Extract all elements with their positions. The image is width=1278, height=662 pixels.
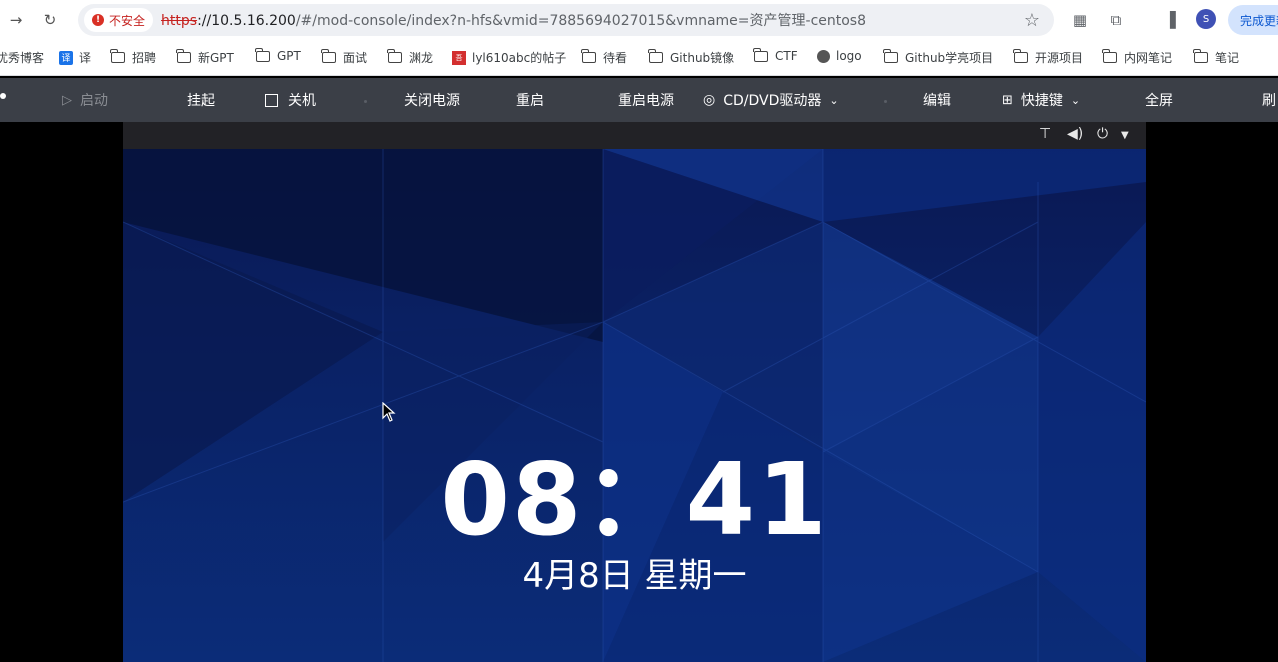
shortcut-label: 快捷键 bbox=[1020, 93, 1063, 109]
folder-icon bbox=[581, 49, 596, 63]
folder-icon bbox=[176, 49, 191, 63]
bookmark-item[interactable]: 开源项目 bbox=[1013, 49, 1084, 66]
url-path: /#/mod-console/index?n-hfs&vmid=78856940… bbox=[295, 13, 867, 29]
restart-button[interactable]: 重启 bbox=[516, 78, 544, 122]
shortcut-dropdown[interactable]: ⊞ 快捷键 ⌄ bbox=[1002, 78, 1080, 122]
power-icon[interactable]: ⏻ bbox=[1097, 126, 1108, 142]
folder-icon bbox=[1013, 49, 1028, 63]
browser-toolbar: → ↻ ! 不安全 https://10.5.16.200/#/mod-cons… bbox=[0, 0, 1278, 40]
power-restart-button[interactable]: 重启电源 bbox=[618, 78, 674, 122]
folder-icon bbox=[753, 47, 768, 62]
console-menu-bar: ▷ 启动 挂起 关机 关闭电源 重启 重启电源 ◎ CD/DVD驱动器 ⌄ 编辑 ⊞ 快… bbox=[0, 78, 1278, 122]
power-off-button[interactable]: 关闭电源 bbox=[404, 78, 460, 122]
url-scheme: https bbox=[161, 13, 198, 29]
bookmark-item[interactable]: CTF bbox=[753, 47, 798, 63]
bookmark-item[interactable]: GPT bbox=[255, 47, 301, 63]
bookmark-label: Github镜像 bbox=[670, 51, 735, 65]
refresh-button[interactable]: 刷 bbox=[1262, 78, 1276, 122]
square-icon bbox=[265, 93, 278, 107]
folder-icon bbox=[387, 49, 402, 63]
mouse-cursor-icon bbox=[382, 402, 396, 422]
bookmark-star-icon[interactable]: ☆ bbox=[1024, 10, 1040, 31]
cd-dvd-label: CD/DVD驱动器 bbox=[723, 93, 822, 109]
bookmark-label: lyl610abc的帖子 bbox=[472, 51, 567, 65]
bookmark-item[interactable]: 待看 bbox=[581, 49, 628, 66]
bookmark-label: 开源项目 bbox=[1035, 51, 1084, 65]
url-host: ://10.5.16.200 bbox=[197, 13, 296, 29]
bookmark-label: 招聘 bbox=[132, 51, 157, 65]
bookmark-label: 笔记 bbox=[1215, 51, 1240, 65]
lock-screen-time: 08：41 bbox=[440, 441, 829, 558]
suspend-button[interactable]: 挂起 bbox=[187, 78, 215, 122]
network-icon[interactable]: ⊤ bbox=[1039, 126, 1051, 142]
reload-icon[interactable]: ↻ bbox=[38, 8, 62, 32]
bookmark-item[interactable]: 优秀博客 bbox=[0, 49, 44, 66]
bookmark-label: CTF bbox=[775, 49, 798, 63]
bookmark-label: 面试 bbox=[343, 51, 368, 65]
bookmarks-bar: 优秀博客 译译 招聘 新GPT GPT 面试 渊龙 吾 lyl610abc的帖子 … bbox=[0, 40, 1278, 76]
folder-icon bbox=[110, 49, 125, 63]
chevron-down-icon: ⌄ bbox=[1070, 93, 1081, 107]
bookmark-label: 优秀博客 bbox=[0, 51, 45, 65]
bookmark-label: 待看 bbox=[603, 51, 628, 65]
folder-icon bbox=[883, 49, 898, 63]
bookmark-item[interactable]: 招聘 bbox=[110, 49, 157, 66]
disc-icon: ◎ bbox=[703, 92, 716, 108]
bookmark-item[interactable]: Github镜像 bbox=[648, 49, 735, 66]
bookmark-label: 内网笔记 bbox=[1124, 51, 1173, 65]
play-icon: ▷ bbox=[62, 92, 72, 108]
separator bbox=[884, 100, 887, 103]
chevron-down-icon[interactable]: ▼ bbox=[1121, 130, 1129, 141]
bookmark-item[interactable]: 面试 bbox=[321, 49, 368, 66]
security-indicator[interactable]: ! 不安全 bbox=[84, 8, 154, 32]
url-text[interactable]: https://10.5.16.200/#/mod-console/index?… bbox=[161, 10, 866, 30]
translate-icon: 译 bbox=[59, 50, 73, 65]
shutdown-label: 关机 bbox=[288, 93, 316, 109]
qr-code-icon[interactable]: ▦ bbox=[1070, 10, 1090, 30]
vm-top-panel: ⊤ ◀) ⏻ ▼ bbox=[123, 122, 1146, 149]
folder-icon bbox=[255, 47, 270, 62]
start-label: 启动 bbox=[80, 93, 108, 109]
bookmark-item[interactable]: 笔记 bbox=[1193, 49, 1240, 66]
side-panel-icon[interactable]: ▐ bbox=[1160, 10, 1180, 30]
bookmark-item[interactable]: Github学亮项目 bbox=[883, 49, 994, 66]
bookmark-label: 渊龙 bbox=[409, 51, 434, 65]
folder-icon bbox=[1102, 49, 1117, 63]
chevron-down-icon: ⌄ bbox=[829, 93, 839, 107]
bookmark-label: logo bbox=[836, 49, 862, 63]
address-bar[interactable]: ! 不安全 https://10.5.16.200/#/mod-console/… bbox=[78, 4, 1054, 36]
status-dot bbox=[0, 93, 6, 99]
bookmark-item[interactable]: 渊龙 bbox=[387, 49, 434, 66]
fullscreen-button[interactable]: 全屏 bbox=[1145, 78, 1173, 122]
shutdown-button[interactable]: 关机 bbox=[265, 78, 316, 122]
profile-avatar[interactable]: S bbox=[1196, 9, 1216, 29]
site-icon: 吾 bbox=[452, 50, 466, 65]
separator bbox=[364, 100, 367, 103]
bookmark-label: Github学亮项目 bbox=[905, 51, 994, 65]
start-button[interactable]: ▷ 启动 bbox=[62, 78, 108, 122]
cd-dvd-dropdown[interactable]: ◎ CD/DVD驱动器 ⌄ bbox=[703, 78, 839, 122]
folder-icon bbox=[321, 49, 336, 63]
bookmark-item[interactable]: 新GPT bbox=[176, 49, 234, 66]
bookmark-item[interactable]: logo bbox=[817, 49, 862, 63]
bookmark-item[interactable]: 译译 bbox=[59, 49, 91, 66]
vm-console-screen[interactable]: ⊤ ◀) ⏻ ▼ 08：41 4月8日 星期一 bbox=[123, 122, 1146, 662]
bookmark-label: 新GPT bbox=[198, 51, 234, 65]
volume-icon[interactable]: ◀) bbox=[1067, 126, 1083, 142]
security-label: 不安全 bbox=[109, 13, 146, 28]
warning-icon: ! bbox=[92, 14, 104, 26]
update-button[interactable]: 完成更新 bbox=[1228, 5, 1278, 35]
bookmark-item[interactable]: 内网笔记 bbox=[1102, 49, 1173, 66]
folder-icon bbox=[1193, 49, 1208, 63]
bookmark-label: 译 bbox=[79, 51, 92, 65]
extensions-icon[interactable]: ⧉ bbox=[1106, 10, 1126, 30]
keyboard-icon: ⊞ bbox=[1002, 92, 1013, 108]
folder-icon bbox=[648, 49, 663, 63]
globe-icon bbox=[817, 49, 830, 63]
lock-screen-date: 4月8日 星期一 bbox=[522, 556, 747, 596]
bookmark-item[interactable]: 吾 lyl610abc的帖子 bbox=[452, 49, 566, 66]
forward-icon[interactable]: → bbox=[4, 8, 28, 32]
bookmark-label: GPT bbox=[277, 49, 301, 63]
edit-button[interactable]: 编辑 bbox=[923, 78, 951, 122]
